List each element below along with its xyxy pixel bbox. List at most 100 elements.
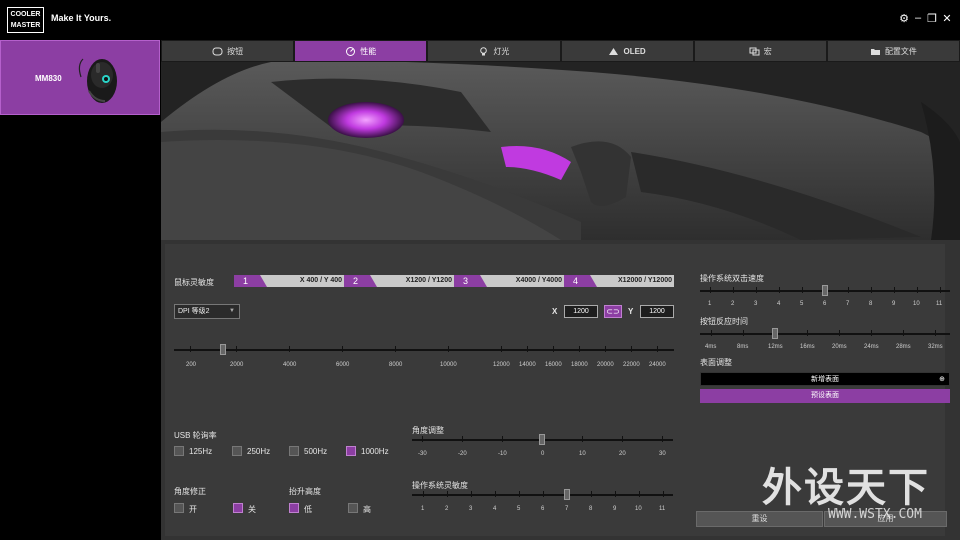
minimize-icon[interactable]: – bbox=[911, 12, 925, 24]
debounce-scale-label: 24ms bbox=[864, 344, 879, 350]
dbl-scale-label: 11 bbox=[936, 301, 943, 307]
os-sens-scale-label: 4 bbox=[493, 506, 497, 512]
dpi-stage-3[interactable]: 3 bbox=[454, 275, 487, 287]
preset-surface-button[interactable]: 预设表面 bbox=[700, 389, 950, 403]
angle-adjust-thumb[interactable] bbox=[539, 434, 545, 445]
dpi-stage-1-value[interactable]: X 400 / Y 400 bbox=[260, 275, 344, 287]
slider-tick bbox=[733, 287, 734, 293]
slider-tick bbox=[502, 436, 503, 442]
tab-label: 按钮 bbox=[227, 46, 244, 56]
slider-tick bbox=[605, 346, 606, 352]
cooler-master-logo: COOLER MASTER bbox=[7, 7, 44, 33]
lift-off-high-checkbox[interactable] bbox=[348, 503, 358, 513]
angle-adjust-slider[interactable] bbox=[412, 434, 673, 445]
dpi-stage-4-value[interactable]: X12000 / Y12000 bbox=[590, 275, 674, 287]
debounce-scale-label: 28ms bbox=[896, 344, 911, 350]
surface-label: 表面调整 bbox=[700, 358, 732, 367]
settings-icon[interactable]: ⚙ bbox=[897, 12, 911, 25]
polling-125-label: 125Hz bbox=[189, 447, 213, 456]
tab-macro[interactable]: 宏 bbox=[693, 40, 827, 62]
slider-tick bbox=[871, 330, 872, 336]
tab-lighting[interactable]: 灯光 bbox=[427, 40, 561, 62]
os-sensitivity-slider[interactable] bbox=[412, 489, 673, 500]
tab-buttons[interactable]: 按钮 bbox=[161, 40, 295, 62]
slider-tick bbox=[579, 346, 580, 352]
slider-tick bbox=[711, 330, 712, 336]
dbl-scale-label: 8 bbox=[869, 301, 873, 307]
dpi-slider-thumb[interactable] bbox=[220, 344, 226, 355]
dpi-x-input[interactable]: 1200 bbox=[564, 305, 598, 318]
title-bar: COOLER MASTER Make It Yours. ⚙ – ❐ ✕ bbox=[0, 0, 960, 40]
tab-performance[interactable]: 性能 bbox=[294, 40, 428, 62]
os-sens-scale-label: 2 bbox=[445, 506, 449, 512]
oled-icon bbox=[609, 47, 619, 55]
debounce-label: 按钮反应时间 bbox=[700, 317, 748, 326]
slider-tick bbox=[657, 346, 658, 352]
watermark-url: WWW.WSTX.COM bbox=[828, 507, 922, 522]
os-sensitivity-thumb[interactable] bbox=[564, 489, 570, 500]
close-icon[interactable]: ✕ bbox=[940, 12, 954, 25]
slider-tick bbox=[448, 346, 449, 352]
maximize-icon[interactable]: ❐ bbox=[925, 12, 939, 25]
dpi-slider[interactable] bbox=[174, 344, 674, 355]
lift-off-low-checkbox[interactable] bbox=[289, 503, 299, 513]
slider-tick bbox=[903, 330, 904, 336]
slider-tick bbox=[848, 287, 849, 293]
slider-tick bbox=[495, 491, 496, 497]
dpi-scale-label: 14000 bbox=[519, 362, 536, 368]
dpi-y-input[interactable]: 1200 bbox=[640, 305, 674, 318]
os-sens-scale-label: 10 bbox=[635, 506, 642, 512]
slider-tick bbox=[917, 287, 918, 293]
angle-snap-on-checkbox[interactable] bbox=[174, 503, 184, 513]
polling-1000-checkbox[interactable] bbox=[346, 446, 356, 456]
os-sens-scale-label: 11 bbox=[659, 506, 666, 512]
dpi-stage-1[interactable]: 1 bbox=[234, 275, 267, 287]
debounce-scale-label: 20ms bbox=[832, 344, 847, 350]
reset-button[interactable]: 重设 bbox=[696, 511, 823, 527]
debounce-thumb[interactable] bbox=[772, 328, 778, 339]
slider-tick bbox=[395, 346, 396, 352]
polling-250-checkbox[interactable] bbox=[232, 446, 242, 456]
dpi-scale-label: 20000 bbox=[597, 362, 614, 368]
dpi-stage-4[interactable]: 4 bbox=[564, 275, 597, 287]
dpi-stage-2[interactable]: 2 bbox=[344, 275, 377, 287]
dpi-scale-label: 24000 bbox=[649, 362, 666, 368]
double-click-thumb[interactable] bbox=[822, 285, 828, 296]
tab-oled[interactable]: OLED bbox=[560, 40, 694, 62]
slider-tick bbox=[236, 346, 237, 352]
tab-label: 灯光 bbox=[493, 46, 510, 56]
device-card[interactable]: MM830 bbox=[0, 40, 160, 115]
dpi-scale-label: 4000 bbox=[283, 362, 297, 368]
macro-icon bbox=[749, 47, 760, 55]
chevron-down-icon: ▼ bbox=[229, 308, 235, 314]
dpi-scale-label: 16000 bbox=[545, 362, 562, 368]
angle-scale-label: 20 bbox=[619, 451, 626, 457]
dpi-scale-label: 12000 bbox=[493, 362, 510, 368]
polling-250-label: 250Hz bbox=[247, 447, 271, 456]
dpi-stage-3-value[interactable]: X4000 / Y4000 bbox=[480, 275, 564, 287]
dpi-label: 鼠标灵敏度 bbox=[174, 278, 214, 287]
angle-snap-on-label: 开 bbox=[189, 505, 197, 514]
tab-profile[interactable]: 配置文件 bbox=[826, 40, 960, 62]
slider-tick bbox=[582, 436, 583, 442]
slider-tick bbox=[447, 491, 448, 497]
debounce-slider[interactable] bbox=[700, 328, 950, 339]
new-surface-button[interactable]: 新增表面 ⊕ bbox=[700, 372, 950, 386]
slider-tick bbox=[935, 330, 936, 336]
usb-polling-label: USB 轮询率 bbox=[174, 431, 217, 440]
debounce-scale-label: 12ms bbox=[768, 344, 783, 350]
polling-500-checkbox[interactable] bbox=[289, 446, 299, 456]
slider-tick bbox=[519, 491, 520, 497]
slider-tick bbox=[631, 346, 632, 352]
dpi-stage-2-value[interactable]: X1200 / Y1200 bbox=[370, 275, 454, 287]
slider-tick bbox=[663, 491, 664, 497]
dbl-scale-label: 3 bbox=[754, 301, 758, 307]
double-click-slider[interactable] bbox=[700, 285, 950, 296]
slider-tick bbox=[423, 491, 424, 497]
angle-snap-off-checkbox[interactable] bbox=[233, 503, 243, 513]
slider-tick bbox=[342, 346, 343, 352]
dpi-stage-select[interactable]: DPI 等级2 ▼ bbox=[174, 304, 240, 319]
dpi-scale-label: 2000 bbox=[230, 362, 244, 368]
polling-125-checkbox[interactable] bbox=[174, 446, 184, 456]
link-xy-button[interactable]: ⊂⊃ bbox=[604, 305, 622, 318]
